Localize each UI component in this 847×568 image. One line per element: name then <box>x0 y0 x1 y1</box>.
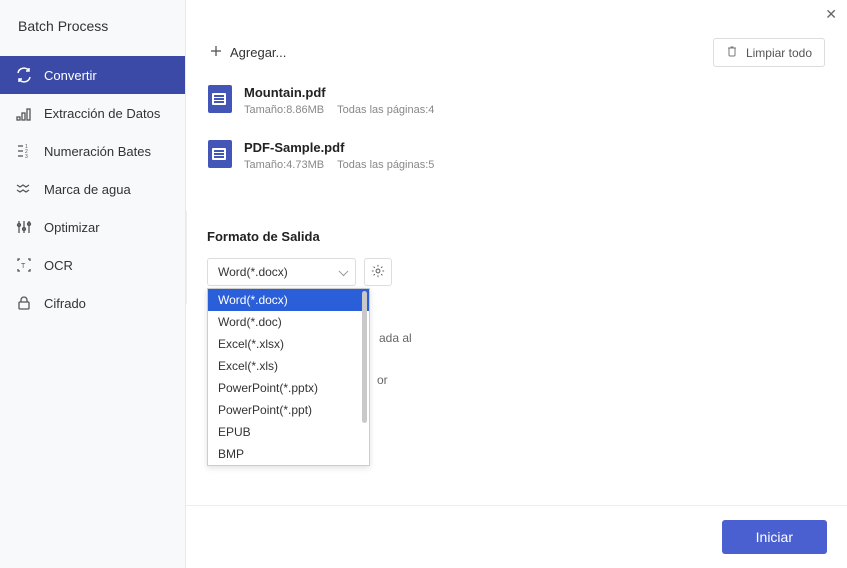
right-panel: Formato de Salida Word(*.docx) Word(*.do… <box>186 211 412 304</box>
sidebar-item-bates[interactable]: 123 Numeración Bates <box>0 132 185 170</box>
main-area: Agregar... Limpiar todo Mountain.pdf Tam… <box>186 0 847 568</box>
format-option[interactable]: BMP <box>208 443 369 465</box>
format-settings-button[interactable] <box>364 258 392 286</box>
file-meta: PDF-Sample.pdf Tamaño:4.73MB Todas las p… <box>244 140 434 171</box>
encrypt-icon <box>16 295 32 311</box>
sidebar-item-convertir[interactable]: Convertir <box>0 56 185 94</box>
sidebar-item-optimize[interactable]: Optimizar <box>0 208 185 246</box>
format-option[interactable]: Excel(*.xlsx) <box>208 333 369 355</box>
sidebar: Batch Process Convertir Extracción de Da… <box>0 0 186 568</box>
plus-icon <box>210 45 222 60</box>
format-option[interactable]: Excel(*.xls) <box>208 355 369 377</box>
sidebar-item-ocr[interactable]: T OCR <box>0 246 185 284</box>
file-name: PDF-Sample.pdf <box>244 140 434 155</box>
file-meta: Mountain.pdf Tamaño:8.86MB Todas las pág… <box>244 85 434 116</box>
file-subinfo: Tamaño:4.73MB Todas las páginas:5 <box>244 159 434 171</box>
page-title: Batch Process <box>0 0 185 56</box>
format-dropdown: Word(*.docx) Word(*.doc) Excel(*.xlsx) E… <box>207 288 370 466</box>
svg-text:T: T <box>21 263 26 270</box>
file-name: Mountain.pdf <box>244 85 434 100</box>
format-option[interactable]: EPUB <box>208 421 369 443</box>
app-root: ✕ Batch Process Convertir Extracción de … <box>0 0 847 568</box>
clear-all-button[interactable]: Limpiar todo <box>713 38 825 67</box>
file-size: Tamaño:4.73MB <box>244 159 324 171</box>
hint-text-fragment: or <box>377 371 388 390</box>
gear-icon <box>371 264 385 281</box>
start-button[interactable]: Iniciar <box>722 520 827 554</box>
pdf-file-icon <box>208 140 232 168</box>
watermark-icon <box>16 181 32 197</box>
convert-icon <box>16 67 32 83</box>
sidebar-item-extraccion[interactable]: Extracción de Datos <box>0 94 185 132</box>
ocr-icon: T <box>16 257 32 273</box>
format-option[interactable]: PowerPoint(*.ppt) <box>208 399 369 421</box>
pdf-file-icon <box>208 85 232 113</box>
file-row[interactable]: PDF-Sample.pdf Tamaño:4.73MB Todas las p… <box>208 130 825 185</box>
trash-icon <box>726 45 738 60</box>
output-format-heading: Formato de Salida <box>207 229 392 244</box>
sidebar-item-label: Numeración Bates <box>44 144 151 159</box>
sidebar-item-label: Cifrado <box>44 296 86 311</box>
file-row[interactable]: Mountain.pdf Tamaño:8.86MB Todas las pág… <box>208 75 825 130</box>
svg-text:3: 3 <box>25 154 28 159</box>
bates-icon: 123 <box>16 143 32 159</box>
clear-all-label: Limpiar todo <box>746 46 812 60</box>
file-toolbar: Agregar... Limpiar todo <box>186 22 847 71</box>
sidebar-item-label: Extracción de Datos <box>44 106 160 121</box>
sidebar-item-label: Optimizar <box>44 220 100 235</box>
dropdown-scrollbar[interactable] <box>362 291 367 423</box>
optimize-icon <box>16 219 32 235</box>
format-select-display[interactable]: Word(*.docx) <box>207 258 356 286</box>
format-option[interactable]: Word(*.docx) <box>208 289 369 311</box>
format-option[interactable]: Word(*.doc) <box>208 311 369 333</box>
sidebar-item-watermark[interactable]: Marca de agua <box>0 170 185 208</box>
file-size: Tamaño:8.86MB <box>244 104 324 116</box>
file-pages: Todas las páginas:5 <box>337 159 434 171</box>
sidebar-item-label: Convertir <box>44 68 97 83</box>
format-option[interactable]: PowerPoint(*.pptx) <box>208 377 369 399</box>
format-select[interactable]: Word(*.docx) Word(*.docx) Word(*.doc) Ex… <box>207 258 356 286</box>
file-pages: Todas las páginas:4 <box>337 104 434 116</box>
add-file-button[interactable]: Agregar... <box>208 39 288 66</box>
format-row: Word(*.docx) Word(*.docx) Word(*.doc) Ex… <box>207 258 392 286</box>
sidebar-item-label: OCR <box>44 258 73 273</box>
data-extract-icon <box>16 105 32 121</box>
file-list: Mountain.pdf Tamaño:8.86MB Todas las pág… <box>186 71 847 189</box>
file-subinfo: Tamaño:8.86MB Todas las páginas:4 <box>244 104 434 116</box>
hint-text-fragment: ada al <box>379 329 412 348</box>
sidebar-item-label: Marca de agua <box>44 182 131 197</box>
footer: Iniciar <box>186 505 847 568</box>
add-file-label: Agregar... <box>230 45 286 60</box>
sidebar-item-encrypt[interactable]: Cifrado <box>0 284 185 322</box>
